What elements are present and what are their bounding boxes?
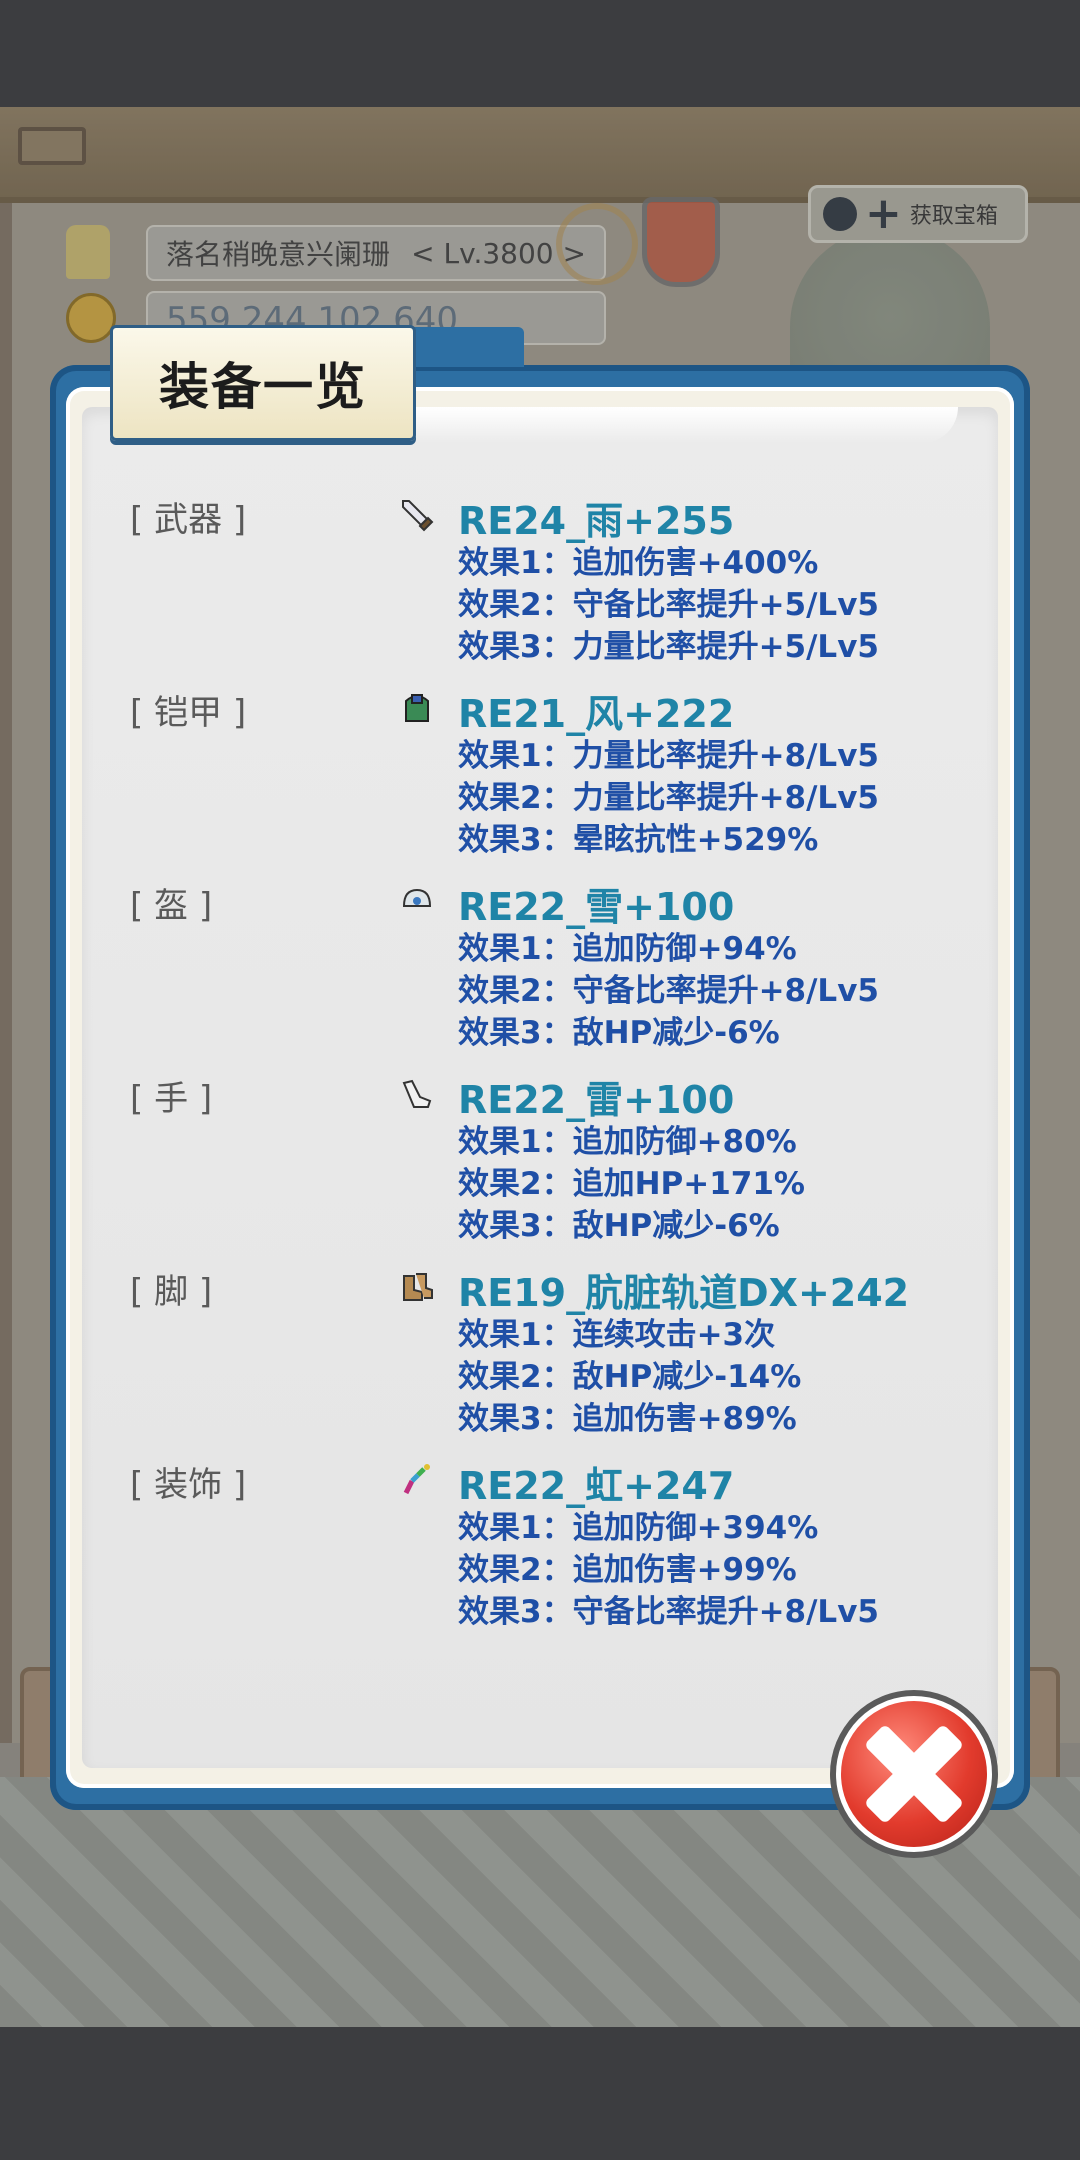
equipment-slot-helmet[interactable]: [ 盔 ] RE22_雪+100 效果1：追加防御+94% 效果2：守备比率提升… [130,878,1000,1068]
effect-line: 效果3：守备比率提升+8/Lv5 [458,1594,879,1630]
equipment-slot-gloves[interactable]: [ 手 ] RE22_雷+100 效果1：追加防御+80% 效果2：追加HP+1… [130,1071,1000,1261]
equipment-slot-accessory[interactable]: [ 装饰 ] RE22_虹+247 效果1：追加防御+394% 效果2：追加伤害… [130,1457,1000,1647]
effect-line: 效果3：力量比率提升+5/Lv5 [458,629,879,665]
close-icon [836,1696,992,1852]
slot-label: [ 武器 ] [130,500,247,540]
effect-line: 效果3：敌HP减少-6% [458,1015,780,1051]
effect-line: 效果1：追加伤害+400% [458,545,819,581]
effect-line: 效果1：追加防御+394% [458,1510,819,1546]
effect-line: 效果1：追加防御+94% [458,931,797,967]
effect-line: 效果3：晕眩抗性+529% [458,822,819,858]
effect-line: 效果2：力量比率提升+8/Lv5 [458,780,879,816]
effect-line: 效果2：守备比率提升+8/Lv5 [458,973,879,1009]
effect-list: 效果1：追加防御+394% 效果2：追加伤害+99% 效果3：守备比率提升+8/… [458,1507,879,1633]
item-name: RE21_风+222 [458,692,735,736]
effect-line: 效果2：守备比率提升+5/Lv5 [458,587,879,623]
boots-icon [403,1273,433,1301]
accessory-icon [403,1464,430,1495]
glove-icon [402,1079,432,1108]
equipment-slot-weapon[interactable]: [ 武器 ] RE24_雨+255 效果1：追加伤害+400% 效果2：守备比率… [130,492,1000,682]
slot-label: [ 装饰 ] [130,1465,247,1505]
slot-label: [ 手 ] [130,1079,213,1119]
helmet-icon [402,888,432,907]
effect-line: 效果1：力量比率提升+8/Lv5 [458,738,879,774]
modal-title: 装备一览 [110,325,416,441]
item-name: RE24_雨+255 [458,499,735,543]
effect-line: 效果3：敌HP减少-6% [458,1208,780,1244]
effect-line: 效果2：追加伤害+99% [458,1552,797,1588]
item-name: RE19_肮脏轨道DX+242 [458,1271,910,1315]
effect-list: 效果1：追加伤害+400% 效果2：守备比率提升+5/Lv5 效果3：力量比率提… [458,542,879,668]
equipment-slot-armor[interactable]: [ 铠甲 ] RE21_风+222 效果1：力量比率提升+8/Lv5 效果2：力… [130,685,1000,875]
sword-icon [402,500,434,532]
effect-line: 效果2：追加HP+171% [458,1166,805,1202]
slot-label: [ 铠甲 ] [130,693,247,733]
item-name: RE22_虹+247 [458,1464,735,1508]
item-name: RE22_雷+100 [458,1078,735,1122]
effect-list: 效果1：力量比率提升+8/Lv5 效果2：力量比率提升+8/Lv5 效果3：晕眩… [458,735,879,861]
close-button[interactable] [830,1690,998,1858]
effect-line: 效果2：敌HP减少-14% [458,1359,802,1395]
effect-list: 效果1：追加防御+94% 效果2：守备比率提升+8/Lv5 效果3：敌HP减少-… [458,928,879,1054]
effect-line: 效果1：连续攻击+3次 [458,1317,776,1353]
slot-label: [ 脚 ] [130,1272,213,1312]
effect-list: 效果1：连续攻击+3次 效果2：敌HP减少-14% 效果3：追加伤害+89% [458,1314,801,1440]
effect-list: 效果1：追加防御+80% 效果2：追加HP+171% 效果3：敌HP减少-6% [458,1121,805,1247]
slot-label: [ 盔 ] [130,886,213,926]
item-name: RE22_雪+100 [458,885,735,929]
effect-line: 效果1：追加防御+80% [458,1124,797,1160]
equipment-slot-boots[interactable]: [ 脚 ] RE19_肮脏轨道DX+242 效果1：连续攻击+3次 效果2：敌H… [130,1264,1000,1454]
armor-icon [405,694,429,722]
effect-line: 效果3：追加伤害+89% [458,1401,797,1437]
